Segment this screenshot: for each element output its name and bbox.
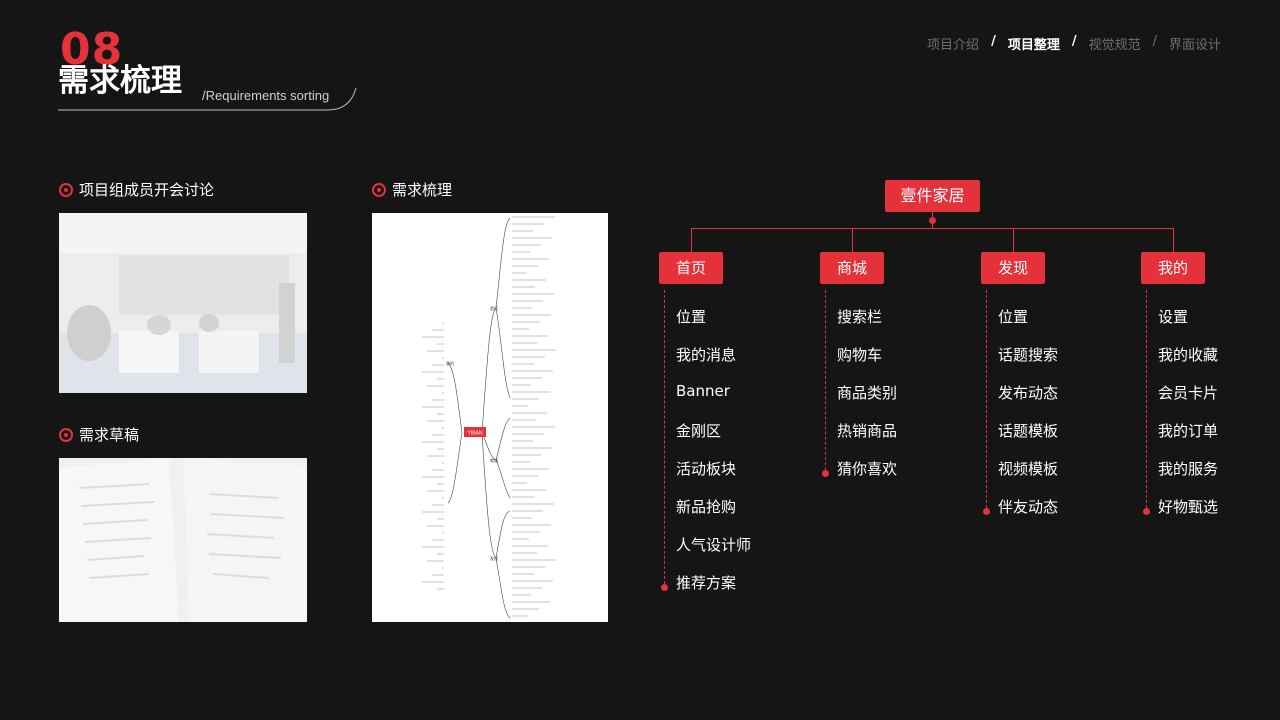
tree-branch-stem [852, 228, 853, 252]
breadcrumb-nav: 项目介绍 / 项目整理 / 视觉规范 / 界面设计 [927, 34, 1221, 53]
nav-item-ui-design[interactable]: 界面设计 [1169, 34, 1221, 53]
nav-item-organize[interactable]: 项目整理 [1008, 34, 1060, 53]
draft-label: 需求草稿 [59, 424, 139, 445]
tree-item: 推荐方案 [676, 574, 737, 592]
tree-dashed-line [825, 290, 826, 470]
tree-branch-stem [691, 228, 692, 252]
nav-item-visual[interactable]: 视觉规范 [1089, 34, 1141, 53]
mindmap-label: 需求梳理 [372, 179, 452, 200]
tree-item: 位置 [676, 308, 707, 326]
tree-category-node: 首页 [659, 252, 723, 284]
tree-item: 猜你喜欢 [837, 460, 898, 478]
tree-item: 发布动态 [998, 384, 1059, 402]
draft-photo [59, 458, 307, 622]
tree-dashed-line [664, 290, 665, 584]
tree-item: 金刚区 [676, 422, 722, 440]
tree-item: 话题搜索 [998, 346, 1059, 364]
tree-branch-stem [1013, 228, 1014, 252]
nav-item-intro[interactable]: 项目介绍 [927, 34, 979, 53]
page-subtitle: /Requirements sorting [202, 88, 330, 103]
tree-horizontal-line [691, 228, 1174, 229]
tree-dashed-line [986, 290, 987, 508]
nav-separator: / [1152, 34, 1157, 49]
tree-item: 活动板块 [676, 460, 737, 478]
tree-item: 我的消息 [676, 346, 737, 364]
mindmap-image: YIBAN 首页 商城 发现 我的 [372, 213, 608, 622]
mindmap-branch-label: 发现 [490, 555, 498, 561]
tree-item: 会员卡片 [1158, 384, 1219, 402]
tree-item: 人气设计师 [676, 536, 752, 554]
tree-item: 位置 [998, 308, 1029, 326]
tree-item: 搜索栏 [837, 308, 883, 326]
tree-end-dot [822, 470, 829, 477]
tree-item: 伴友动态 [998, 498, 1059, 516]
tree-item: 购物车 [837, 346, 883, 364]
tree-dashed-line [1146, 290, 1147, 508]
tree-branch-stem [1173, 228, 1174, 252]
mindmap-branch-label: 首页 [490, 305, 498, 311]
bullet-ring-icon [372, 182, 386, 197]
bullet-ring-icon [59, 182, 73, 197]
tree-end-dot [983, 508, 990, 515]
tree-item: 我的收藏 [1158, 346, 1219, 364]
tree-root-stem [932, 212, 933, 229]
nav-separator: / [1071, 34, 1077, 49]
mindmap-branch-label: 我的 [446, 360, 454, 366]
mindmap-root-label: YIBAN [467, 431, 482, 437]
tree-item: 我的订单 [1158, 422, 1219, 440]
tree-item: 新品抢购 [676, 498, 737, 516]
tree-item: 热销商品 [837, 422, 898, 440]
tree-category-node: 我的 [1141, 252, 1205, 284]
meeting-photo [59, 213, 307, 393]
tree-item: 我的服务 [1158, 460, 1219, 478]
tree-item: 好物甄选 [1158, 498, 1219, 516]
tree-category-node: 商城 [820, 252, 884, 284]
mindmap-branch-label: 商城 [490, 457, 498, 463]
tree-end-dot [661, 584, 668, 591]
tree-item: 视频模板 [998, 460, 1059, 478]
tree-item: 话题模板 [998, 422, 1059, 440]
tree-category-node: 发现 [981, 252, 1045, 284]
mindmap-label-text: 需求梳理 [392, 181, 453, 199]
tree-item: 商品类别 [837, 384, 898, 402]
tree-item: 设置 [1158, 308, 1189, 326]
bullet-ring-icon [59, 427, 73, 442]
tree-root-node: 壹件家居 [885, 180, 980, 212]
tree-end-dot [1143, 508, 1150, 515]
tree-item: Banner [676, 382, 730, 400]
meeting-label-text: 项目组成员开会讨论 [79, 181, 215, 199]
draft-label-text: 需求草稿 [79, 426, 140, 444]
nav-separator: / [991, 34, 996, 49]
meeting-label: 项目组成员开会讨论 [59, 179, 214, 200]
